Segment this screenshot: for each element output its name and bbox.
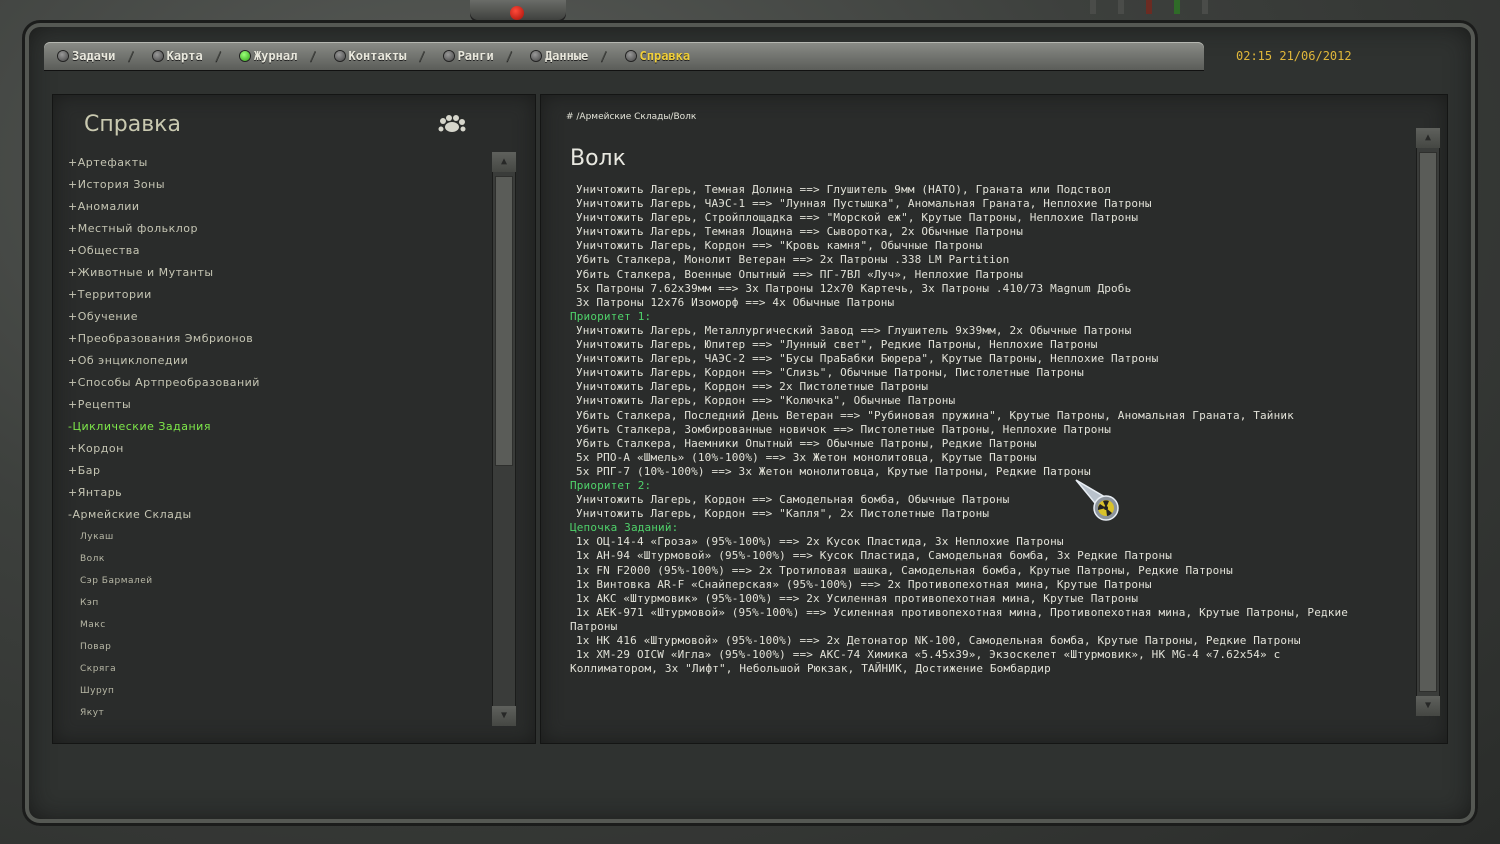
top-bolts <box>1090 0 1220 14</box>
radiation-cursor-icon <box>1074 478 1126 524</box>
article-line: Уничтожить Лагерь, Кордон ==> 2x Пистоле… <box>576 380 929 394</box>
article-title: Волк <box>570 146 626 171</box>
sidebar-item[interactable]: Кэп <box>62 592 482 614</box>
sidebar-title: Справка <box>84 112 181 137</box>
sidebar-item[interactable]: Повар <box>62 636 482 658</box>
sidebar-item[interactable]: +Янтарь <box>62 482 482 504</box>
article-line: 5x Патроны 7.62x39мм ==> 3x Патроны 12x7… <box>576 281 1132 295</box>
paw-icon-svg <box>438 115 466 132</box>
article-line: Уничтожить Лагерь, Кордон ==> "Колючка",… <box>576 394 956 408</box>
tab-data[interactable]: Данные / <box>530 49 608 63</box>
sidebar-item[interactable]: +Местный фольклор <box>62 218 482 240</box>
sidebar-item[interactable]: Скряга <box>62 658 482 680</box>
tab-indicator-icon <box>58 51 68 61</box>
tab-indicator-icon <box>152 51 163 61</box>
tab-ranks[interactable]: Ранги / <box>443 49 513 63</box>
sidebar-item[interactable]: +Артефакты <box>62 152 482 174</box>
article-line: Уничтожить Лагерь, Стройплощадка ==> "Мо… <box>576 211 1139 225</box>
scroll-thumb[interactable] <box>495 176 513 466</box>
article-line: Уничтожить Лагерь, Юпитер ==> "Лунный св… <box>576 338 1098 352</box>
section-heading: Цепочка Заданий: <box>570 521 679 535</box>
paw-icon <box>436 114 468 134</box>
article-line: Уничтожить Лагерь, Металлургический Заво… <box>576 323 1132 337</box>
sidebar-item[interactable]: Сэр Бармалей <box>62 570 482 592</box>
sidebar-item[interactable]: +История Зоны <box>62 174 482 196</box>
scroll-up-button[interactable]: ▲ <box>1416 128 1440 148</box>
article-line: Уничтожить Лагерь, Темная Лощина ==> Сыв… <box>576 225 1023 239</box>
sidebar-item[interactable]: -Циклические Задания <box>62 416 482 438</box>
sidebar-item[interactable]: -Армейские Склады <box>62 504 482 526</box>
red-indicator-light <box>510 6 524 20</box>
article-line: Уничтожить Лагерь, Кордон ==> Самодельна… <box>576 493 1010 507</box>
sidebar-scrollbar[interactable]: ▲ ▼ <box>492 152 516 726</box>
article-line: Уничтожить Лагерь, Кордон ==> "Слизь", О… <box>576 366 1084 380</box>
section-heading: Приоритет 1: <box>570 309 652 323</box>
sidebar-item[interactable]: +Способы Артпреобразований <box>62 372 482 394</box>
article-content: Уничтожить Лагерь, Темная Долина ==> Глу… <box>570 183 1350 676</box>
sidebar-item[interactable]: Макс <box>62 614 482 636</box>
sidebar-item[interactable]: +Аномалии <box>62 196 482 218</box>
tab-help[interactable]: Справка <box>625 49 690 63</box>
article-line: 1x АН-94 «Штурмовой» (95%-100%) ==> Кусо… <box>576 549 1172 563</box>
article-line: 3x Патроны 12x76 Изоморф ==> 4x Обычные … <box>576 295 895 309</box>
article-line: Уничтожить Лагерь, Кордон ==> "Капля", 2… <box>576 507 990 521</box>
article-line: Патроны <box>570 619 618 633</box>
article-line: Уничтожить Лагерь, Кордон ==> "Кровь кам… <box>576 239 983 253</box>
tab-journal[interactable]: Журнал / <box>239 49 317 63</box>
article-line: 1x АЕК-971 «Штурмовой» (95%-100%) ==> Ус… <box>576 605 1349 619</box>
article-line: Уничтожить Лагерь, ЧАЭС-2 ==> "Бусы ПраБ… <box>576 352 1159 366</box>
tab-tasks[interactable]: Задачи / <box>58 49 135 63</box>
tab-map[interactable]: Карта / <box>152 49 222 63</box>
article-line: 5x РПГ-7 (10%-100%) ==> 3x Жетон монолит… <box>576 464 1091 478</box>
article-line: 5x РПО-А «Шмель» (10%-100%) ==> 3x Жетон… <box>576 450 1037 464</box>
sidebar-item[interactable]: +Рецепты <box>62 394 482 416</box>
sidebar-item[interactable]: +Бар <box>62 460 482 482</box>
article-line: 1x XM-29 OICW «Игла» (95%-100%) ==> АКС-… <box>576 648 1281 662</box>
article-line: Убить Сталкера, Наемники Опытный ==> Обы… <box>576 436 1037 450</box>
sidebar-item[interactable]: Лукаш <box>62 526 482 548</box>
datetime-display: 02:15 21/06/2012 <box>1236 49 1352 63</box>
sidebar-item[interactable]: +Обучение <box>62 306 482 328</box>
article-panel: # /Армейские Склады/Волк Волк Уничтожить… <box>540 94 1448 744</box>
tab-indicator-icon <box>334 51 345 61</box>
article-line: Убить Сталкера, Монолит Ветеран ==> 2x П… <box>576 253 1010 267</box>
sidebar-item[interactable]: +Преобразования Эмбрионов <box>62 328 482 350</box>
scroll-up-button[interactable]: ▲ <box>492 152 516 172</box>
article-line: Убить Сталкера, Военные Опытный ==> ПГ-7… <box>576 267 1023 281</box>
article-line: 1x FN F2000 (95%-100%) ==> 2x Тротиловая… <box>576 563 1233 577</box>
sidebar-item[interactable]: Якут <box>62 702 482 724</box>
article-line: 1x Винтовка AR-F «Снайперская» (95%-100%… <box>576 577 1152 591</box>
article-line: 1x ОЦ-14-4 «Гроза» (95%-100%) ==> 2x Кус… <box>576 535 1064 549</box>
scroll-down-button[interactable]: ▼ <box>1416 696 1440 716</box>
article-line: Уничтожить Лагерь, ЧАЭС-1 ==> "Лунная Пу… <box>576 197 1152 211</box>
top-notch <box>470 0 566 22</box>
article-line: Коллиматором, 3x "Лифт", Небольшой Рюкза… <box>570 662 1051 676</box>
tab-indicator-icon <box>530 51 541 61</box>
scroll-down-button[interactable]: ▼ <box>492 706 516 726</box>
article-scrollbar[interactable]: ▲ ▼ <box>1416 128 1440 716</box>
article-line: 1x HK 416 «Штурмовой» (95%-100%) ==> 2x … <box>576 634 1301 647</box>
article-line: 1x АКС «Штурмовик» (95%-100%) ==> 2x Уси… <box>576 591 1139 605</box>
sidebar-item[interactable]: +Общества <box>62 240 482 262</box>
article-line: Уничтожить Лагерь, Темная Долина ==> Глу… <box>576 183 1112 196</box>
sidebar-item[interactable]: Волк <box>62 548 482 570</box>
help-sidebar: Справка +Артефакты +История Зоны +Аномалии… <box>52 94 536 744</box>
sidebar-item[interactable]: +Об энциклопедии <box>62 350 482 372</box>
sidebar-item[interactable]: +Территории <box>62 284 482 306</box>
help-topic-tree: +Артефакты +История Зоны +Аномалии +Местный… <box>62 152 482 724</box>
sidebar-item[interactable]: +Кордон <box>62 438 482 460</box>
tab-indicator-icon <box>443 51 454 61</box>
scroll-thumb[interactable] <box>1419 152 1437 692</box>
article-line: Убить Сталкера, Последний День Ветеран =… <box>576 408 1294 422</box>
breadcrumb: # /Армейские Склады/Волк <box>566 112 697 122</box>
article-line: Убить Сталкера, Зомбированные новичок ==… <box>576 422 1112 436</box>
tab-indicator-icon <box>239 51 250 61</box>
sidebar-item[interactable]: +Животные и Мутанты <box>62 262 482 284</box>
nav-bar: Задачи / Карта / Журнал / Контакты / Ранги / … <box>44 42 1204 70</box>
tab-indicator-icon <box>625 51 636 61</box>
section-heading: Приоритет 2: <box>570 478 652 492</box>
tab-contacts[interactable]: Контакты / <box>334 49 426 63</box>
sidebar-item[interactable]: Шуруп <box>62 680 482 702</box>
